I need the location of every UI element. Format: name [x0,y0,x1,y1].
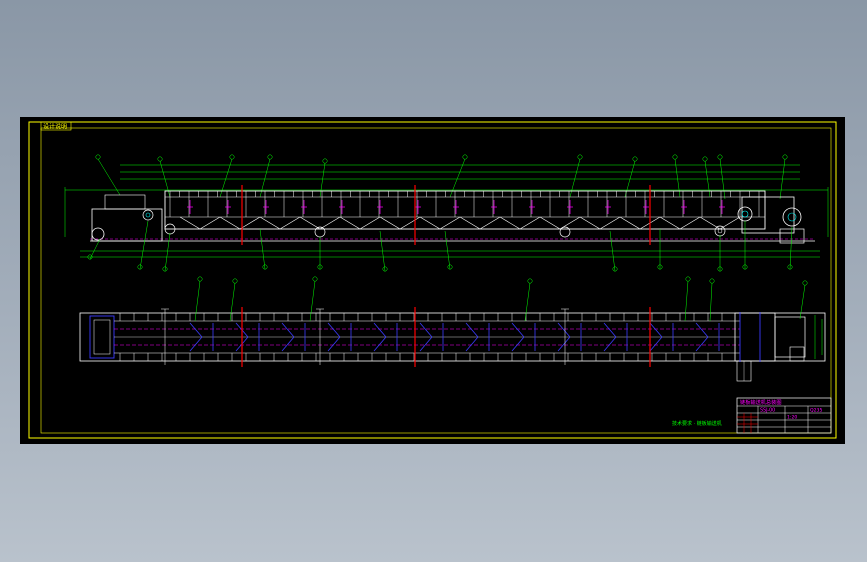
title-block: 链板输送机总装图 SSJ-00 Q235 1:20 [736,397,832,434]
inner-frame [40,127,832,434]
technical-note: 技术要求 · 链板输送机 [672,420,722,427]
cad-viewport[interactable]: 设计说明 技术要求 · 链板输送机 链板输送机总装图 SSJ-00 Q235 1… [20,117,845,444]
top-view [79,276,826,382]
corner-tag: 设计说明 [43,123,67,131]
drawing-title: 链板输送机总装图 [740,398,782,406]
outer-frame [28,121,837,439]
drawing-material: Q235 [810,408,822,414]
assembly-drawing: 设计说明 技术要求 · 链板输送机 链板输送机总装图 SSJ-00 Q235 1… [28,121,837,439]
drawing-scale: 1:20 [787,415,797,421]
drawing-code: SSJ-00 [760,408,775,414]
front-view [64,154,829,272]
